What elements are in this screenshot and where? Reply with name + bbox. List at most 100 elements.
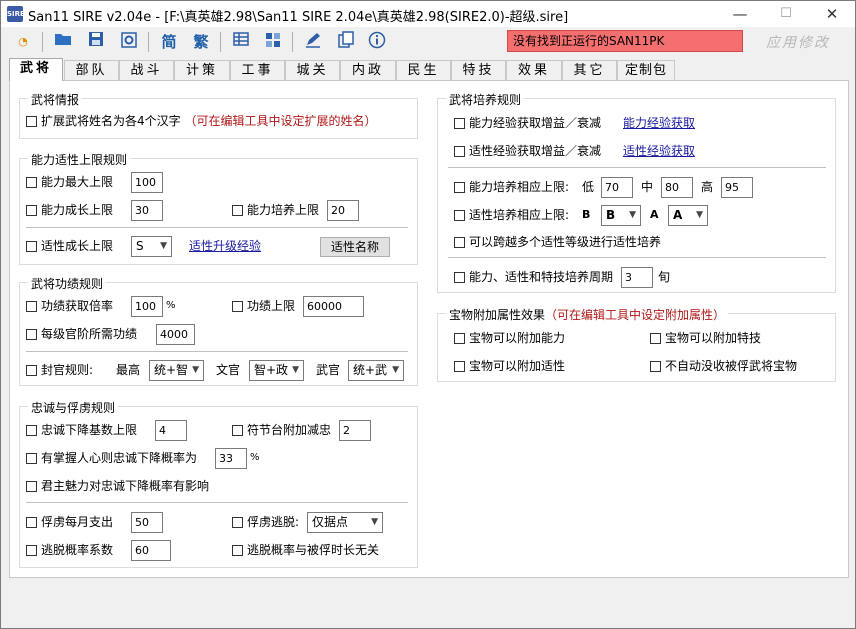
tab-custom-pack[interactable]: 定制包: [617, 60, 675, 80]
escape-coef-checkbox[interactable]: 逃脱概率系数: [26, 540, 113, 560]
extend-name-checkbox[interactable]: 扩展武将姓名为各4个汉字 （可在编辑工具中设定扩展的姓名）: [26, 111, 376, 131]
low-input[interactable]: 70: [601, 177, 633, 198]
edit-icon[interactable]: [302, 31, 324, 53]
unit-label: %: [250, 452, 260, 463]
merit-limit-checkbox[interactable]: 功绩上限: [232, 296, 295, 316]
captive-escape-select[interactable]: 仅据点 ▼: [307, 512, 383, 533]
military-select[interactable]: 统+武 ▼: [348, 360, 404, 381]
period-input[interactable]: 3: [621, 267, 653, 288]
minimize-button[interactable]: —: [717, 1, 763, 27]
merit-rate-checkbox[interactable]: 功绩获取倍率: [26, 296, 113, 316]
civil-select[interactable]: 智+政 ▼: [249, 360, 304, 381]
captive-cost-input[interactable]: 50: [131, 512, 163, 533]
charisma-checkbox[interactable]: 君主魅力对忠诚下降概率有影响: [26, 476, 209, 496]
mid-label: 中: [641, 180, 654, 194]
period-unit: 旬: [658, 270, 671, 284]
chevron-down-icon: ▼: [629, 210, 636, 220]
merit-rate-input[interactable]: 100: [131, 296, 163, 317]
tab-construction[interactable]: 工事: [230, 60, 285, 80]
heart-input[interactable]: 33: [215, 448, 247, 469]
apt-exp-checkbox[interactable]: 适性经验获取增益／衰减: [454, 141, 601, 161]
tab-strategy[interactable]: 计策: [174, 60, 230, 80]
apt-high-select[interactable]: A ▼: [668, 205, 708, 226]
apply-changes-button[interactable]: 应用修改: [766, 32, 830, 52]
title-rule-checkbox[interactable]: 封官规则:: [26, 360, 93, 380]
app-window: SIRE San11 SIRE v2.04e - [F:\真英雄2.98\San…: [0, 0, 856, 629]
ability-exp-link[interactable]: 能力经验获取: [623, 113, 695, 133]
base-drop-checkbox[interactable]: 忠诚下降基数上限: [26, 420, 137, 440]
tab-effect[interactable]: 效果: [506, 60, 562, 80]
apt-growth-select[interactable]: S ▼: [131, 236, 172, 257]
chevron-down-icon: ▼: [696, 210, 703, 220]
tab-skill[interactable]: 特技: [451, 60, 506, 80]
captive-cost-checkbox[interactable]: 俘虏每月支出: [26, 512, 113, 532]
chevron-down-icon: ▼: [292, 365, 299, 375]
apt-train-limit-checkbox[interactable]: 适性培养相应上限:: [454, 205, 569, 225]
network-icon[interactable]: [262, 31, 284, 53]
group-title: 能力适性上限规则: [28, 151, 131, 168]
tab-officer[interactable]: 武将: [9, 58, 63, 81]
open-folder-icon[interactable]: [52, 31, 74, 53]
tally-checkbox[interactable]: 符节台附加减忠: [232, 420, 331, 440]
info-icon[interactable]: [366, 31, 388, 53]
highest-select[interactable]: 统+智 ▼: [149, 360, 204, 381]
high-label: 高: [701, 180, 714, 194]
toolbar-separator: [148, 32, 149, 52]
toolbar: ◔ 简 繁 没有找到正运行的SAN11PK 应用修改: [2, 28, 854, 57]
apt-upgrade-link[interactable]: 适性升级经验: [189, 236, 261, 256]
status-text: 没有找到正运行的SAN11PK: [507, 30, 743, 52]
apt-growth-checkbox[interactable]: 适性成长上限: [26, 236, 113, 256]
treasure-group: 宝物附加属性效果（可在编辑工具中设定附加属性） 宝物可以附加能力 宝物可以附加特…: [437, 306, 836, 382]
ability-train-limit-checkbox[interactable]: 能力培养相应上限:: [454, 177, 569, 197]
period-checkbox[interactable]: 能力、适性和特技培养周期: [454, 267, 613, 287]
high-input[interactable]: 95: [721, 177, 753, 198]
tab-other[interactable]: 其它: [562, 60, 617, 80]
san11-icon[interactable]: ◔: [12, 31, 34, 53]
per-rank-input[interactable]: 4000: [156, 324, 195, 345]
tally-input[interactable]: 2: [339, 420, 371, 441]
mid-input[interactable]: 80: [661, 177, 693, 198]
ability-exp-checkbox[interactable]: 能力经验获取增益／衰减: [454, 113, 601, 133]
divider: [26, 351, 408, 352]
no-confiscate-checkbox[interactable]: 不自动没收被俘武将宝物: [650, 356, 797, 376]
tab-domestic[interactable]: 内政: [340, 60, 396, 80]
per-rank-checkbox[interactable]: 每级官阶所需功绩: [26, 324, 137, 344]
table-icon[interactable]: [230, 31, 252, 53]
base-drop-input[interactable]: 4: [155, 420, 187, 441]
apt-low-select[interactable]: B ▼: [601, 205, 641, 226]
skip-level-checkbox[interactable]: 可以跨越多个适性等级进行适性培养: [454, 232, 661, 252]
merit-limit-input[interactable]: 60000: [303, 296, 364, 317]
ability-train-input[interactable]: 20: [327, 200, 359, 221]
settings-icon[interactable]: [118, 31, 140, 53]
ability-train-checkbox[interactable]: 能力培养上限: [232, 200, 319, 220]
ability-max-input[interactable]: 100: [131, 172, 163, 193]
escape-coef-input[interactable]: 60: [131, 540, 171, 561]
treasure-skill-checkbox[interactable]: 宝物可以附加特技: [650, 328, 761, 348]
tab-unit[interactable]: 部队: [64, 60, 119, 80]
apt-name-button[interactable]: 适性名称: [320, 237, 390, 257]
save-icon[interactable]: [85, 31, 107, 53]
simplified-chinese-icon[interactable]: 简: [158, 31, 180, 53]
close-button[interactable]: ✕: [809, 1, 855, 27]
treasure-apt-checkbox[interactable]: 宝物可以附加适性: [454, 356, 565, 376]
training-group: 武将培养规则 能力经验获取增益／衰减 能力经验获取 适性经验获取增益／衰减 适性…: [437, 91, 836, 293]
ability-growth-input[interactable]: 30: [131, 200, 163, 221]
traditional-chinese-icon[interactable]: 繁: [190, 31, 212, 53]
group-title: 宝物附加属性效果（可在编辑工具中设定附加属性）: [446, 306, 729, 323]
tab-battle[interactable]: 战斗: [119, 60, 174, 80]
captive-escape-checkbox[interactable]: 俘虏逃脱:: [232, 512, 299, 532]
tab-livelihood[interactable]: 民生: [396, 60, 451, 80]
divider: [26, 502, 408, 503]
checkbox-box[interactable]: [26, 116, 37, 127]
apt-exp-link[interactable]: 适性经验获取: [623, 141, 695, 161]
low-label: 低: [582, 180, 595, 194]
copy-icon[interactable]: [335, 31, 357, 53]
maximize-button[interactable]: ☐: [763, 1, 809, 27]
ability-max-checkbox[interactable]: 能力最大上限: [26, 172, 113, 192]
escape-time-checkbox[interactable]: 逃脱概率与被俘时长无关: [232, 540, 379, 560]
ability-growth-checkbox[interactable]: 能力成长上限: [26, 200, 113, 220]
heart-checkbox[interactable]: 有掌握人心则忠诚下降概率为: [26, 448, 197, 468]
treasure-ability-checkbox[interactable]: 宝物可以附加能力: [454, 328, 565, 348]
chevron-down-icon: ▼: [192, 365, 199, 375]
tab-city[interactable]: 城关: [285, 60, 340, 80]
